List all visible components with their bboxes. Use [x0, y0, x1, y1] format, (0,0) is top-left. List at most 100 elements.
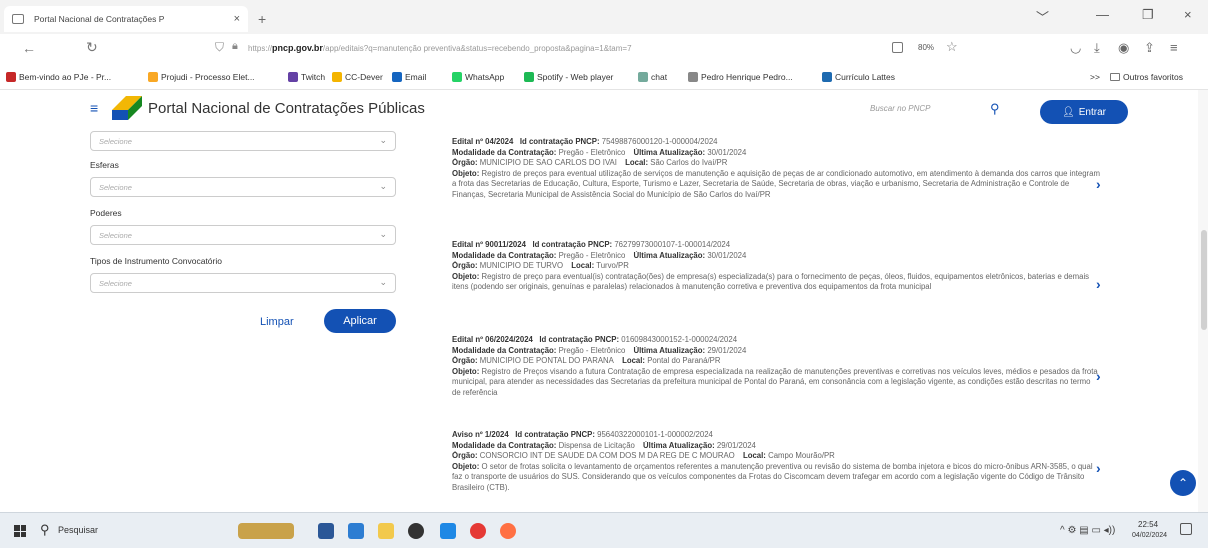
bookmark-item[interactable]: Twitch — [288, 72, 325, 82]
result-edital: Edital nº 90011/2024 — [452, 240, 526, 249]
atualizacao-label: Última Atualização: — [633, 250, 706, 260]
opera-icon[interactable] — [470, 523, 486, 539]
orgao-label: Órgão: — [452, 158, 478, 167]
local-label: Local: — [625, 158, 649, 167]
extensions-icon[interactable]: ⇪ — [1144, 40, 1155, 56]
bookmark-item[interactable]: Email — [392, 72, 426, 82]
restore-button[interactable]: ❐ — [1142, 7, 1154, 23]
notification-icon[interactable] — [1180, 523, 1192, 535]
word-icon[interactable] — [318, 523, 334, 539]
tipos-select[interactable]: Selecione ⌄ — [90, 273, 396, 293]
tab-close-icon[interactable]: × — [234, 13, 240, 25]
search-icon[interactable]: ⚲ — [990, 101, 1000, 117]
pocket-icon[interactable]: ◡ — [1070, 40, 1081, 56]
bookmark-item[interactable]: Bem-vindo ao PJe - Pr... — [6, 72, 111, 82]
close-window-button[interactable]: × — [1184, 7, 1192, 22]
bookmark-favicon — [332, 72, 342, 82]
bookmark-item[interactable]: WhatsApp — [452, 72, 504, 82]
new-tab-button[interactable]: + — [258, 11, 266, 27]
result-objeto: O setor de frotas solicita o levantament… — [452, 461, 1093, 492]
orgao-label: Órgão: — [452, 261, 478, 270]
login-button[interactable]: 👤︎ Entrar — [1040, 100, 1128, 124]
bookmark-item[interactable]: Spotify - Web player — [524, 72, 613, 82]
tracking-shield-icon[interactable]: ⛉ — [215, 40, 224, 55]
taskbar-search-label[interactable]: Pesquisar — [58, 525, 98, 535]
objeto-label: Objeto: — [452, 366, 480, 376]
result-id: 01609843000152-1-000024/2024 — [621, 335, 738, 344]
chevron-right-icon[interactable]: › — [1096, 276, 1101, 292]
result-orgao: MUNICIPIO DE TURVO — [479, 261, 564, 270]
result-objeto: Registro de preços para eventual utiliza… — [452, 168, 1100, 199]
bookmark-label: Spotify - Web player — [537, 72, 614, 82]
reload-icon[interactable]: ↻ — [86, 39, 98, 56]
widgets-icon[interactable] — [238, 523, 294, 539]
bookmark-item[interactable]: Currículo Lattes — [822, 72, 895, 82]
bookmarks-overflow-icon[interactable]: >> — [1090, 72, 1100, 82]
result-item[interactable]: Edital nº 06/2024/2024 Id contratação PN… — [452, 335, 1100, 398]
result-atualizacao: 29/01/2024 — [707, 345, 747, 355]
search-input[interactable] — [870, 104, 980, 113]
result-id: 95640322000101-1-000002/2024 — [597, 430, 713, 439]
bookmark-label: Pedro Henrique Pedro... — [701, 72, 793, 82]
bookmark-favicon — [822, 72, 832, 82]
orgao-label: Órgão: — [452, 451, 478, 460]
url-field[interactable]: https://pncp.gov.br/app/editais?q=manute… — [248, 43, 632, 53]
windows-start-icon[interactable] — [14, 525, 26, 537]
tab-list-icon[interactable]: ﹀ — [1036, 7, 1049, 26]
hamburger-menu-icon[interactable]: ≡ — [90, 100, 98, 116]
bookmark-favicon — [524, 72, 534, 82]
result-item[interactable]: Edital nº 04/2024 Id contratação PNCP: 7… — [452, 137, 1100, 200]
back-icon[interactable]: ← — [22, 40, 36, 56]
chevron-right-icon[interactable]: › — [1096, 460, 1101, 476]
reader-view-icon[interactable] — [892, 42, 903, 53]
other-favorites-folder[interactable]: Outros favoritos — [1110, 72, 1183, 82]
explorer-icon[interactable] — [378, 523, 394, 539]
result-item[interactable]: Aviso nº 1/2024 Id contratação PNCP: 956… — [452, 430, 1100, 493]
bookmark-label: CC-Dever — [345, 72, 383, 82]
result-orgao: MUNICIPIO DE SAO CARLOS DO IVAI — [479, 158, 617, 167]
browser-tab[interactable]: Portal Nacional de Contratações P × — [4, 6, 248, 32]
bookmark-item[interactable]: Projudi - Processo Elet... — [148, 72, 255, 82]
scroll-to-top-button[interactable]: ⌃ — [1170, 470, 1196, 496]
clock-time[interactable]: 22:54 — [1138, 520, 1158, 529]
folder-icon — [1110, 73, 1120, 81]
url-path: /app/editais?q=manutenção preventiva&sta… — [322, 44, 632, 53]
chevron-right-icon[interactable]: › — [1096, 368, 1101, 384]
scrollbar-thumb[interactable] — [1201, 230, 1207, 330]
poderes-select[interactable]: Selecione ⌄ — [90, 225, 396, 245]
chevron-right-icon[interactable]: › — [1096, 176, 1101, 192]
result-atualizacao: 29/01/2024 — [716, 440, 756, 450]
bookmark-item[interactable]: chat — [638, 72, 667, 82]
minimize-button[interactable]: — — [1096, 7, 1109, 22]
taskbar-search-icon[interactable]: ⚲ — [40, 522, 50, 538]
esferas-select[interactable]: Selecione ⌄ — [90, 177, 396, 197]
account-icon[interactable]: ◉ — [1118, 40, 1129, 56]
apply-filters-button[interactable]: Aplicar — [324, 309, 396, 333]
browser-tab-bar: Portal Nacional de Contratações P × + ﹀ … — [0, 0, 1208, 34]
bookmark-star-icon[interactable]: ☆ — [946, 39, 958, 55]
modalidade-label: Modalidade da Contratação: — [452, 345, 557, 355]
chevron-down-icon: ⌄ — [379, 229, 387, 239]
local-label: Local: — [622, 356, 646, 365]
bookmark-item[interactable]: CC-Dever — [332, 72, 383, 82]
store-icon[interactable] — [348, 523, 364, 539]
id-label: Id contratação PNCP: — [532, 240, 613, 249]
obs-icon[interactable] — [408, 523, 424, 539]
system-tray-icons[interactable]: ^ ⚙ ▤ ▭ ◂)) — [1060, 525, 1115, 536]
tab-page-icon — [12, 14, 24, 24]
id-label: Id contratação PNCP: — [519, 137, 600, 146]
select-placeholder: Selecione — [99, 137, 132, 146]
bookmark-item[interactable]: Pedro Henrique Pedro... — [688, 72, 793, 82]
vscode-icon[interactable] — [440, 523, 456, 539]
firefox-icon[interactable] — [500, 523, 516, 539]
login-label: Entrar — [1078, 106, 1106, 118]
download-icon[interactable]: ⤓ — [1094, 40, 1100, 56]
clock-date[interactable]: 04/02/2024 — [1132, 532, 1167, 539]
menu-icon[interactable]: ≡ — [1170, 40, 1178, 55]
lock-icon[interactable]: 🔒︎ — [232, 40, 238, 53]
zoom-level[interactable]: 80% — [918, 43, 934, 52]
bookmark-favicon — [392, 72, 402, 82]
clear-filters-button[interactable]: Limpar — [260, 316, 294, 328]
filter-select[interactable]: Selecione ⌄ — [90, 131, 396, 151]
result-item[interactable]: Edital nº 90011/2024 Id contratação PNCP… — [452, 240, 1100, 293]
